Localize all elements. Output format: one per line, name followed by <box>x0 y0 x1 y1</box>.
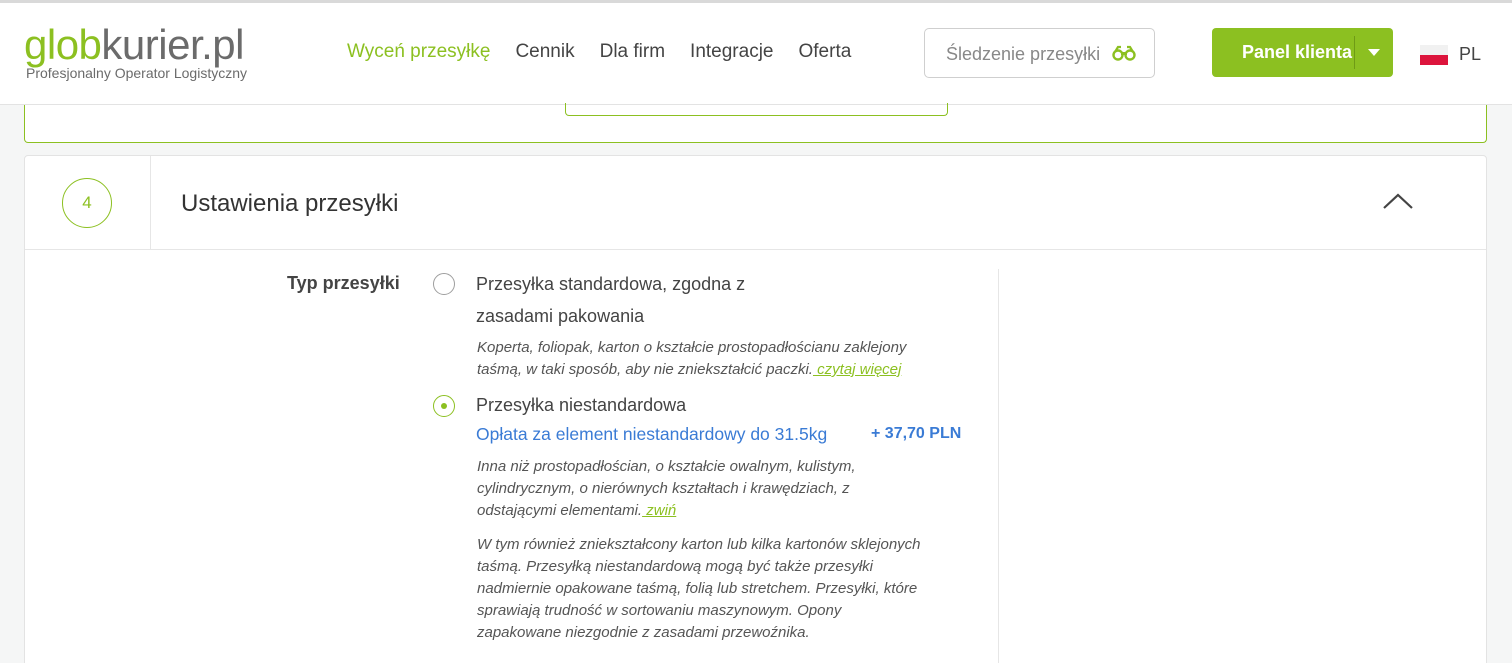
section-title: Ustawienia przesyłki <box>181 190 399 217</box>
tracking-button[interactable]: Śledzenie przesyłki <box>924 28 1155 78</box>
surcharge-label: Opłata za element niestandardowy do 31.5… <box>476 424 828 444</box>
extra-desc-1: W tym również zniekształcony karton lub … <box>477 536 921 553</box>
site-header: globkurier.pl Profesjonalny Operator Log… <box>0 3 1512 105</box>
previous-section-button[interactable] <box>565 103 948 116</box>
previous-section <box>24 103 1487 143</box>
extra-desc-2: taśmą. Przesyłką niestandardową mogą być… <box>477 558 874 575</box>
language-code: PL <box>1459 44 1482 64</box>
chevron-up-icon[interactable] <box>1381 190 1415 212</box>
radio-standard[interactable] <box>433 273 455 295</box>
option-standard-title-1[interactable]: Przesyłka standardowa, zgodna z <box>476 268 745 300</box>
nav-wycen-przesylke[interactable]: Wyceń przesyłkę <box>347 41 490 63</box>
surcharge-value: + 37,70 PLN <box>871 425 962 442</box>
radio-nonstandard[interactable] <box>433 395 455 417</box>
nav-dla-firm[interactable]: Dla firm <box>600 41 665 63</box>
option-standard-title-2[interactable]: zasadami pakowania <box>476 300 644 332</box>
caret-down-icon[interactable] <box>1368 49 1380 56</box>
main-nav: Wyceń przesyłkę Cennik Dla firm Integrac… <box>347 41 876 63</box>
option-nonstandard-desc-3-text: odstającymi elementami. <box>477 502 643 519</box>
option-standard-desc-2: taśmą, w taki sposób, aby nie zniekształ… <box>477 359 901 381</box>
step-number: 4 <box>62 178 112 228</box>
extra-desc-4: sprawiają trudność w sortowaniu maszynow… <box>477 602 842 619</box>
poland-flag-icon <box>1420 44 1448 65</box>
option-nonstandard-desc-1: Inna niż prostopadłościan, o kształcie o… <box>477 458 856 475</box>
nav-oferta[interactable]: Oferta <box>799 41 852 63</box>
logo-rest: kurier.pl <box>101 21 244 68</box>
option-standard-desc-1: Koperta, foliopak, karton o kształcie pr… <box>477 339 907 356</box>
field-label: Typ przesyłki <box>287 273 400 293</box>
collapse-link[interactable]: zwiń <box>642 502 676 519</box>
read-more-link[interactable]: czytaj więcej <box>813 361 901 378</box>
option-nonstandard-desc-2: cylindrycznym, o nierównych kształtach i… <box>477 480 850 497</box>
logo-wordmark: globkurier.pl <box>24 23 247 67</box>
logo-glob: glob <box>24 21 102 68</box>
shipment-settings-card: 4 Ustawienia przesyłki Typ przesyłki Prz… <box>24 155 1487 663</box>
logo[interactable]: globkurier.pl Profesjonalny Operator Log… <box>24 23 247 82</box>
option-nonstandard-title[interactable]: Przesyłka niestandardowa <box>476 389 686 421</box>
nav-cennik[interactable]: Cennik <box>515 41 574 63</box>
step-column: 4 <box>25 156 151 250</box>
card-header[interactable]: 4 Ustawienia przesyłki <box>25 156 1486 250</box>
tracking-label: Śledzenie przesyłki <box>946 44 1101 64</box>
extra-desc-5: zapakowane niezgodnie z zasadami przewoź… <box>477 624 810 641</box>
panel-klienta-label: Panel klienta <box>1242 42 1353 62</box>
extra-desc-3: nadmiernie opakowane taśmą, folią lub st… <box>477 580 918 597</box>
option-nonstandard-desc-3: odstającymi elementami. zwiń <box>477 500 676 522</box>
logo-subtitle: Profesjonalny Operator Logistyczny <box>26 65 247 81</box>
nav-integracje[interactable]: Integracje <box>690 41 773 63</box>
panel-klienta-button[interactable]: Panel klienta <box>1212 28 1393 77</box>
column-divider <box>998 269 999 663</box>
button-separator <box>1354 36 1355 69</box>
language-selector[interactable]: PL <box>1420 44 1481 65</box>
option-standard-desc-2-text: taśmą, w taki sposób, aby nie zniekształ… <box>477 361 813 378</box>
binoculars-icon <box>1112 45 1136 61</box>
